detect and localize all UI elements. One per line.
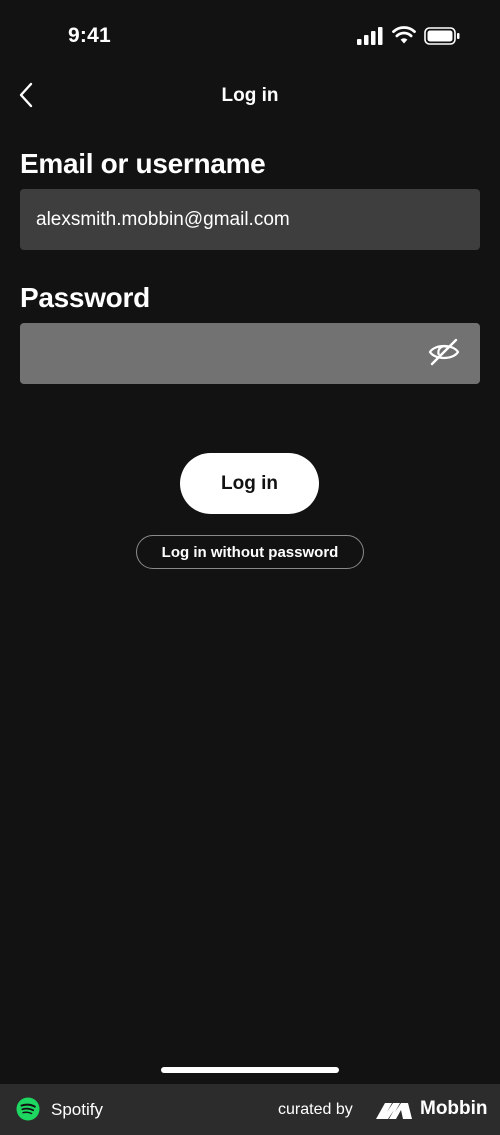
spotify-logo-icon (16, 1097, 40, 1121)
email-field[interactable] (20, 189, 480, 250)
password-label: Password (20, 282, 150, 313)
login-screen: 9:41 Log in Email or username alexsmith.… (0, 0, 500, 1135)
footer-brand: Mobbin (420, 1098, 488, 1119)
password-field[interactable] (20, 323, 480, 384)
signal-icon (357, 27, 383, 50)
status-time: 9:41 (68, 24, 111, 47)
password-visibility-toggle[interactable] (424, 335, 464, 373)
mobbin-logo-icon (376, 1101, 414, 1124)
home-indicator (161, 1067, 339, 1073)
page-title: Log in (221, 85, 279, 106)
battery-icon (424, 27, 460, 50)
nav-bar: Log in (0, 74, 500, 120)
status-bar: 9:41 (0, 0, 500, 74)
eye-off-icon (427, 337, 461, 372)
login-button[interactable]: Log in (180, 453, 319, 514)
email-label: Email or username (20, 148, 266, 179)
wifi-icon (392, 25, 416, 50)
footer: Spotify curated by Mobbin (0, 1084, 500, 1135)
login-without-password-button[interactable]: Log in without password (136, 535, 364, 569)
footer-curated-by: curated by (278, 1101, 353, 1118)
footer-app-name: Spotify (51, 1100, 103, 1119)
